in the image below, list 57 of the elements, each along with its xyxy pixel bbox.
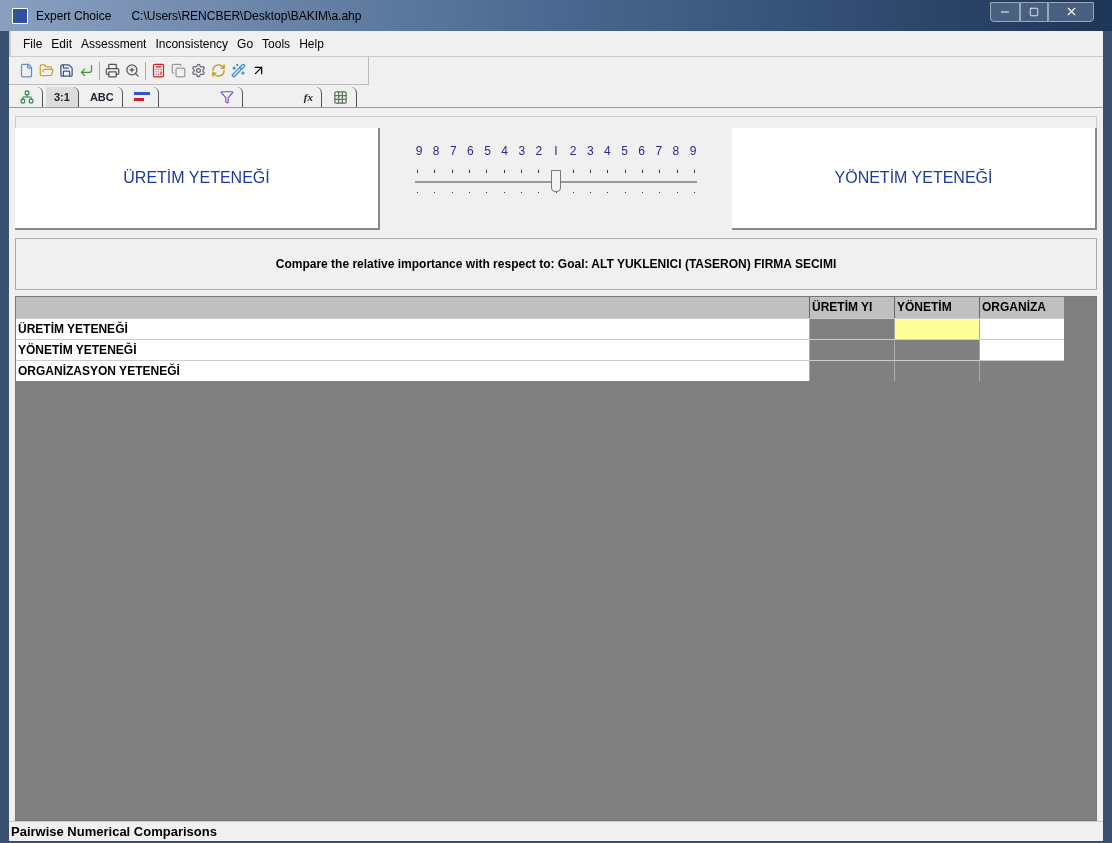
- menu-item[interactable]: Assessment: [81, 34, 147, 53]
- scale-number: 5: [483, 143, 492, 160]
- view-tab[interactable]: ABC: [81, 87, 123, 107]
- new-file-icon[interactable]: [19, 63, 34, 78]
- scale-number: 2: [534, 143, 544, 160]
- menu-item[interactable]: File: [23, 34, 43, 53]
- refresh-icon[interactable]: [211, 63, 226, 78]
- scale-number: 7: [654, 143, 664, 160]
- scale-number: 5: [620, 143, 629, 160]
- menu-item[interactable]: Tools: [262, 34, 291, 53]
- wand-icon[interactable]: [231, 63, 246, 78]
- scale-number: 8: [431, 143, 441, 160]
- scale-number: 6: [466, 143, 475, 160]
- funnel-icon: [219, 90, 234, 104]
- scale-number: 7: [448, 143, 458, 160]
- matrix-cell[interactable]: [894, 319, 979, 339]
- scale-number: 6: [637, 143, 646, 160]
- scale-number: 3: [585, 143, 595, 160]
- printer-icon[interactable]: [105, 63, 120, 78]
- row-header: ORGANİZASYON YETENEĞİ: [17, 362, 181, 380]
- menu-item[interactable]: Inconsistency: [155, 34, 229, 53]
- file-path: C:\Users\RENCBER\Desktop\BAKIM\a.ahp: [131, 7, 362, 25]
- scale-number: 4: [603, 143, 612, 160]
- slider-thumb[interactable]: [551, 170, 561, 192]
- right-criterion-label: YÖNETİM YETENEĞİ: [834, 167, 993, 188]
- app-logo-icon: [12, 7, 28, 24]
- hierarchy-icon: [20, 90, 34, 104]
- scale-number: 9: [688, 143, 698, 160]
- grid-icon: [332, 89, 348, 105]
- status-text: Pairwise Numerical Comparisons: [11, 822, 217, 841]
- scale-number: 4: [500, 143, 509, 160]
- menu-item[interactable]: Help: [299, 34, 324, 53]
- return-arrow-icon[interactable]: [79, 63, 94, 78]
- copy-icon[interactable]: [171, 63, 186, 78]
- scale-number: 8: [671, 143, 681, 160]
- row-header: ÜRETİM YETENEĞİ: [17, 320, 129, 338]
- scale-number: 9: [414, 143, 424, 160]
- scale-number: 3: [517, 143, 527, 160]
- save-icon[interactable]: [59, 63, 74, 78]
- gear-icon[interactable]: [191, 63, 206, 78]
- calculator-icon[interactable]: [151, 63, 166, 78]
- prompt-text: Compare the relative importance with respect to: Goal: ALT YUKLENICI (TASERON) FIRMA SECIMI: [275, 256, 837, 273]
- left-criterion-label: ÜRETİM YETENEĞİ: [123, 167, 270, 188]
- window-title: Expert Choice: [36, 7, 112, 25]
- magnifier-icon[interactable]: [125, 63, 140, 78]
- close-button[interactable]: [1048, 1, 1094, 22]
- row-header: YÖNETİM YETENEĞİ: [17, 341, 138, 359]
- menu-item[interactable]: Edit: [51, 34, 73, 53]
- scale-number: 2: [568, 143, 578, 160]
- minimize-button[interactable]: [990, 1, 1020, 22]
- maximize-icon: [1029, 6, 1039, 17]
- view-tab[interactable]: fx: [295, 87, 322, 107]
- bars-icon: [133, 92, 150, 102]
- menu-item[interactable]: Go: [237, 34, 254, 53]
- view-tab[interactable]: 3:1: [46, 87, 79, 107]
- maximize-button[interactable]: [1020, 1, 1048, 22]
- scale-number: I: [553, 143, 559, 160]
